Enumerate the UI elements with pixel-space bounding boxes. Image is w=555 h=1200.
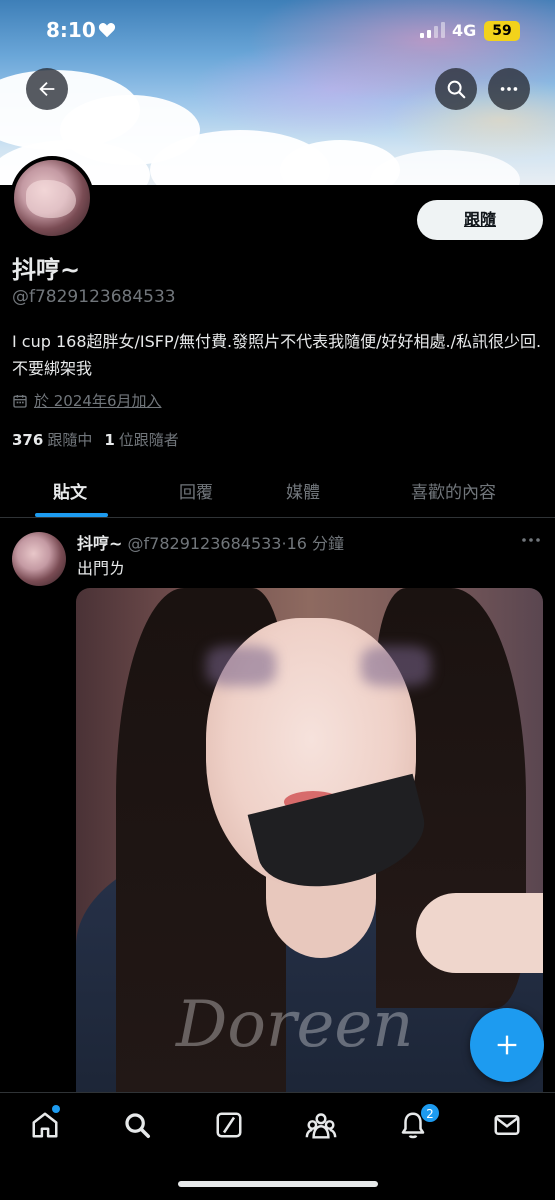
post-time: 16 分鐘: [286, 534, 345, 553]
followers-label: 位跟隨者: [118, 431, 179, 449]
follow-button[interactable]: 跟隨: [417, 200, 543, 240]
profile-bio: I cup 168超胖女/ISFP/無付費.發照片不代表我隨便/好好相處./私訊…: [12, 332, 542, 378]
communities-icon: [305, 1113, 337, 1139]
grok-icon: [216, 1112, 242, 1138]
more-horizontal-icon: [500, 87, 518, 91]
tab-indicator: [35, 513, 108, 517]
profile-tabs: 貼文 回覆 媒體 喜歡的內容: [0, 462, 555, 518]
post-more-icon[interactable]: [520, 534, 542, 546]
messages-icon: [494, 1115, 520, 1135]
arrow-left-icon: [39, 81, 55, 97]
search-icon: [125, 1113, 150, 1138]
home-icon: [32, 1112, 58, 1138]
photo-eye-blur: [361, 646, 431, 686]
calendar-icon: [13, 394, 27, 408]
post-header: 抖哼~ @f7829123684533·16 分鐘: [77, 530, 344, 554]
joined-date: 於 2024年6月加入: [12, 390, 162, 411]
home-unread-dot: [52, 1105, 60, 1113]
following-label: 跟隨中: [47, 431, 93, 449]
following-count: 376: [12, 431, 44, 449]
network-type: 4G: [452, 21, 477, 40]
post-handle: @f7829123684533: [127, 534, 282, 553]
battery-icon: 59: [484, 21, 520, 41]
tab-likes[interactable]: 喜歡的內容: [411, 478, 496, 503]
followers-link[interactable]: 1 位跟隨者: [104, 429, 178, 450]
display-name: 抖哼~: [12, 256, 81, 284]
notification-badge: 2: [420, 1103, 440, 1123]
nav-grok[interactable]: [212, 1108, 246, 1142]
post-author[interactable]: 抖哼~: [77, 534, 122, 553]
following-link[interactable]: 376 跟隨中: [12, 429, 92, 450]
joined-text: 於 2024年6月加入: [34, 392, 162, 410]
back-button[interactable]: [26, 68, 68, 110]
heart-icon: [98, 23, 116, 38]
photo-hand: [416, 893, 543, 973]
status-bar: 8:10 4G 59: [0, 0, 555, 62]
post-avatar[interactable]: [12, 532, 66, 586]
nav-messages[interactable]: [490, 1108, 524, 1142]
followers-count: 1: [104, 431, 115, 449]
status-time: 8:10: [46, 18, 96, 42]
tab-replies[interactable]: 回覆: [179, 478, 213, 503]
compose-button[interactable]: [470, 1008, 544, 1082]
post-text: 出門ㄌ: [77, 559, 126, 578]
watermark: Doreen: [176, 988, 414, 1062]
follow-stats: 376 跟隨中 1 位跟隨者: [12, 429, 179, 450]
nav-home[interactable]: [28, 1108, 62, 1142]
nav-communities[interactable]: [304, 1108, 338, 1142]
tab-media[interactable]: 媒體: [286, 478, 320, 503]
search-icon: [447, 80, 466, 99]
profile-handle: @f7829123684533: [12, 287, 176, 307]
photo-eye-blur: [206, 646, 276, 686]
profile-avatar[interactable]: [10, 156, 94, 240]
nav-search[interactable]: [120, 1108, 154, 1142]
tab-posts[interactable]: 貼文: [53, 478, 87, 503]
home-indicator: [178, 1181, 378, 1187]
more-options-button[interactable]: [488, 68, 530, 110]
signal-icon: [420, 22, 445, 38]
plus-icon: [497, 1035, 517, 1055]
search-button[interactable]: [435, 68, 477, 110]
